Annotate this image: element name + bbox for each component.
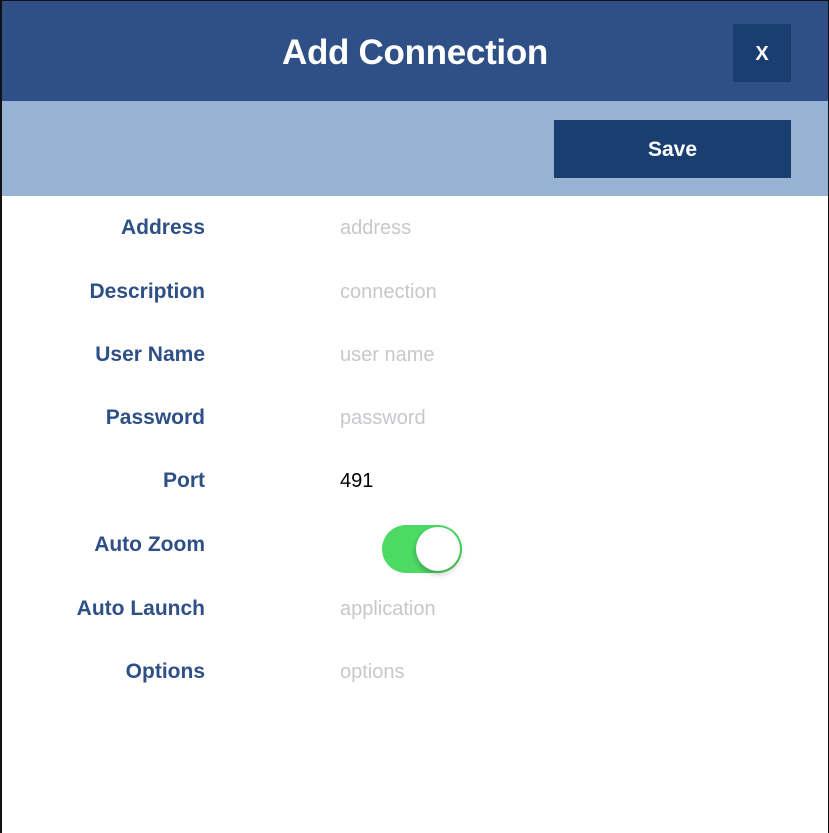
options-label: Options <box>125 660 205 683</box>
address-row: Address <box>2 208 828 248</box>
close-button[interactable]: X <box>733 24 791 82</box>
port-field[interactable] <box>340 462 780 500</box>
description-field[interactable] <box>340 273 780 311</box>
auto-zoom-row: Auto Zoom <box>2 525 828 573</box>
add-connection-dialog: Add Connection X Save Address Descriptio… <box>0 0 829 833</box>
auto-launch-field[interactable] <box>340 590 780 628</box>
options-field[interactable] <box>340 653 780 691</box>
auto-zoom-label: Auto Zoom <box>94 533 205 556</box>
description-label: Description <box>89 280 205 303</box>
auto-launch-row: Auto Launch <box>2 589 828 629</box>
auto-zoom-toggle[interactable] <box>382 525 462 573</box>
options-row: Options <box>2 652 828 692</box>
password-field[interactable] <box>340 399 780 437</box>
dialog-title: Add Connection <box>281 33 549 72</box>
user-name-row: User Name <box>2 335 828 375</box>
address-label: Address <box>120 216 205 239</box>
port-label: Port <box>163 469 205 492</box>
address-field[interactable] <box>340 209 780 247</box>
title-bar: Add Connection X <box>2 1 828 101</box>
user-name-field[interactable] <box>340 336 780 374</box>
save-button[interactable]: Save <box>554 120 791 178</box>
toolbar: Save <box>2 101 828 196</box>
port-row: Port <box>2 461 828 501</box>
user-name-label: User Name <box>95 343 205 366</box>
auto-launch-label: Auto Launch <box>76 597 205 620</box>
password-row: Password <box>2 398 828 438</box>
description-row: Description <box>2 272 828 312</box>
password-label: Password <box>105 406 205 429</box>
toggle-knob <box>416 527 460 571</box>
